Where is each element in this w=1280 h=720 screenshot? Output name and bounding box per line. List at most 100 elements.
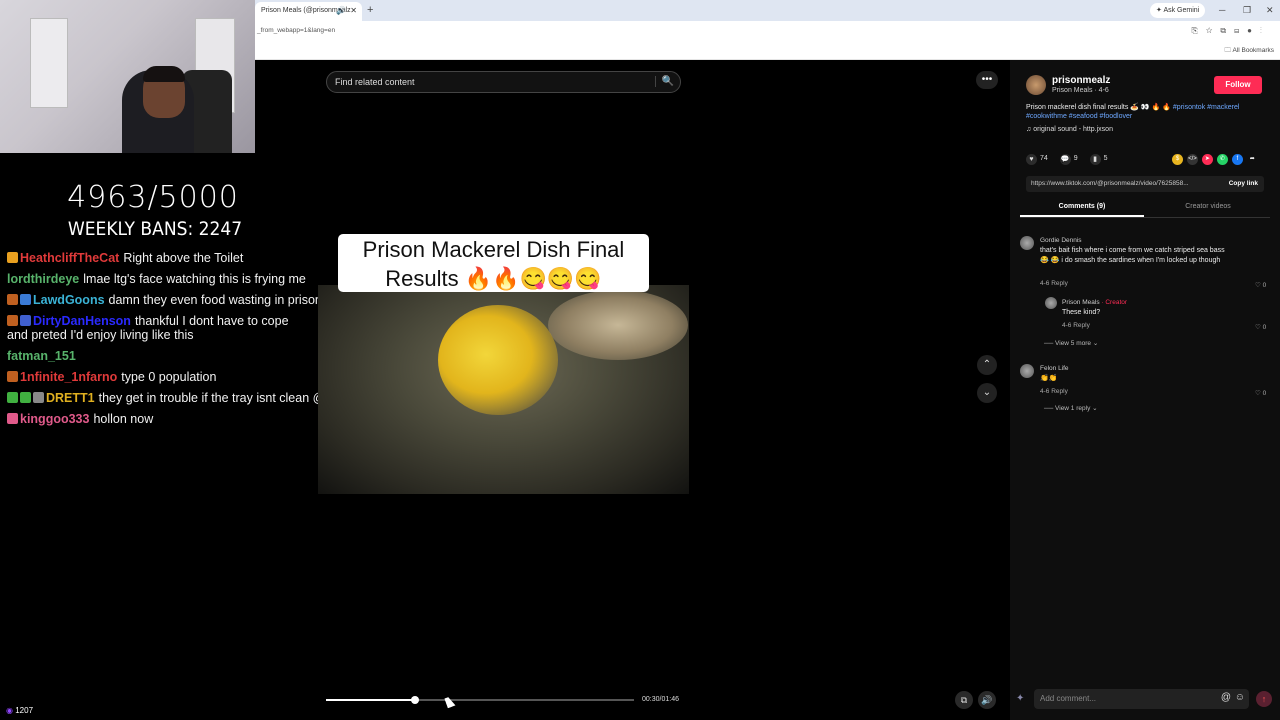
ask-gemini-button[interactable]: ✦ Ask Gemini <box>1150 3 1206 18</box>
pip-icon[interactable]: ⧉ <box>955 691 973 709</box>
close-tab-icon[interactable]: ✕ <box>350 6 357 15</box>
save-stat[interactable]: ▮ 5 <box>1089 154 1108 165</box>
reply-author[interactable]: Prison Meals · Creator <box>1062 299 1127 306</box>
comment-avatar[interactable] <box>1020 364 1034 378</box>
chat-message: DirtyDanHenson thankful I dont have to co… <box>7 314 307 342</box>
share-icon[interactable]: ➦ <box>1247 154 1258 165</box>
emoji-icon[interactable]: ☺ <box>1235 692 1245 703</box>
comment-avatar[interactable] <box>1020 236 1034 250</box>
reply-avatar[interactable] <box>1045 297 1057 309</box>
sound-label: original sound - http.jxson <box>1033 126 1113 133</box>
maximize-icon[interactable]: ❐ <box>1243 5 1251 16</box>
comment-meta[interactable]: 4-6 Reply <box>1040 280 1068 287</box>
comment-like[interactable]: ♡ 0 <box>1255 389 1266 397</box>
creator-badge: · Creator <box>1099 299 1128 306</box>
next-video-icon[interactable]: ⌄ <box>977 383 997 403</box>
comment-meta[interactable]: 4-6 Reply <box>1040 388 1068 395</box>
chat-badge-icon <box>20 392 31 403</box>
creator-avatar[interactable] <box>1026 75 1046 95</box>
speaker-icon[interactable]: 🔊 <box>336 6 346 15</box>
chat-username[interactable]: 1nfinite_1nfarno <box>20 370 117 384</box>
chat-username[interactable]: HeathcliffTheCat <box>20 251 119 265</box>
tab-comments[interactable]: Comments (9) <box>1020 203 1144 217</box>
view-replies[interactable]: ── View 1 reply ⌄ <box>1044 404 1098 412</box>
creator-subtitle: Prison Meals · 4-6 <box>1052 87 1109 94</box>
chat-text: lmae ltg's face watching this is frying … <box>83 272 306 286</box>
comment-stat[interactable]: 💬 9 <box>1059 154 1078 165</box>
mention-icon[interactable]: @ <box>1221 692 1231 703</box>
like-stat[interactable]: ♥ 74 <box>1026 154 1048 165</box>
progress-fill <box>326 699 416 701</box>
coin-icon[interactable]: $ <box>1172 154 1183 165</box>
comment-author[interactable]: Gordie Dennis <box>1040 237 1082 244</box>
previous-video-icon[interactable]: ⌃ <box>977 355 997 375</box>
screen: Prison Meals (@prisonmealz 🔊 ✕ + ✦ Ask G… <box>0 0 1280 720</box>
view-more-replies[interactable]: ── View 5 more ⌄ <box>1044 339 1098 347</box>
sound-link[interactable]: ♫ original sound - http.jxson <box>1026 126 1113 133</box>
chat-username[interactable]: DRETT1 <box>46 391 95 405</box>
chat-message: fatman_151 <box>7 349 307 363</box>
chat-message: LawdGoons damn they even food wasting in … <box>7 293 322 307</box>
comment-like[interactable]: ♡ 0 <box>1255 281 1266 289</box>
whatsapp-icon[interactable]: ✆ <box>1216 154 1228 165</box>
search-icon[interactable]: 🔍 <box>654 76 674 87</box>
comment-input[interactable]: Add comment... @ ☺ <box>1034 689 1249 709</box>
bookmarks-bar: 🗀 All Bookmarks <box>255 41 1280 60</box>
reply-text: These kind? <box>1062 309 1101 316</box>
follow-button[interactable]: Follow <box>1214 76 1262 94</box>
corn-food <box>438 305 558 415</box>
chat-username[interactable]: lordthirdeye <box>7 272 79 286</box>
chat-badge-icon <box>20 315 31 326</box>
discord-icon[interactable]: ✦ <box>1016 693 1024 704</box>
address-text: _from_webapp=1&lang=en <box>257 27 336 34</box>
volume-icon[interactable]: 🔊 <box>978 691 996 709</box>
weekly-bans: WEEKLY BANS: 2247 <box>67 218 243 240</box>
facebook-icon[interactable]: f <box>1231 154 1243 165</box>
browser-tab[interactable]: Prison Meals (@prisonmealz 🔊 ✕ <box>255 2 362 21</box>
reply-meta[interactable]: 4-6 Reply <box>1062 322 1090 329</box>
search-input[interactable]: Find related content 🔍 <box>326 71 681 93</box>
save-count: 5 <box>1103 155 1108 162</box>
progress-bar[interactable] <box>326 696 634 704</box>
comment-text: that's bait fish where i come from we ca… <box>1040 247 1225 264</box>
all-bookmarks-label: All Bookmarks <box>1232 47 1274 54</box>
comment-like-count: 0 <box>1262 390 1267 397</box>
viewer-count-value: 1207 <box>15 706 34 715</box>
send-icon[interactable]: ➤ <box>1201 154 1213 165</box>
background-door <box>30 18 68 108</box>
copy-link-button[interactable]: Copy link <box>1229 180 1258 187</box>
chat-badge-icon <box>20 294 31 305</box>
minimize-icon[interactable]: ─ <box>1219 5 1225 15</box>
sub-counter: 4963/5000 <box>67 180 239 215</box>
chat-badge-icon <box>7 294 18 305</box>
chat-username[interactable]: DirtyDanHenson <box>33 314 131 328</box>
comment-author[interactable]: Felon Life <box>1040 365 1069 372</box>
video-link[interactable]: https://www.tiktok.com/@prisonmealz/vide… <box>1026 176 1264 192</box>
new-tab-icon[interactable]: + <box>367 4 373 16</box>
all-bookmarks[interactable]: 🗀 All Bookmarks <box>1225 46 1275 57</box>
chat-badge-icon <box>7 252 18 263</box>
video-caption: Prison Mackerel Dish Final Results 🔥🔥😋😋😋 <box>338 234 649 292</box>
reply-author-name: Prison Meals <box>1062 299 1100 306</box>
chat-username[interactable]: fatman_151 <box>7 349 76 363</box>
video-time: 00:30/01:46 <box>642 696 679 703</box>
embed-icon[interactable]: </> <box>1186 154 1198 165</box>
share-icons: $ </> ➤ ✆ f ➦ <box>1172 154 1260 165</box>
toolbar-icons[interactable]: ⎘☆⧉⊟●⋮ <box>1191 26 1270 36</box>
webcam-overlay <box>0 0 255 153</box>
tab-creator-videos[interactable]: Creator videos <box>1146 203 1270 210</box>
chat-badge-icon <box>7 392 18 403</box>
chat-message: DRETT1 they get in trouble if the tray is… <box>7 391 393 405</box>
post-comment-icon[interactable]: ↑ <box>1256 691 1272 707</box>
reply-like[interactable]: ♡ 0 <box>1255 323 1266 331</box>
close-window-icon[interactable]: ✕ <box>1266 5 1274 16</box>
address-bar[interactable]: _from_webapp=1&lang=en ⎘☆⧉⊟●⋮ <box>255 21 1280 41</box>
chat-username[interactable]: LawdGoons <box>33 293 105 307</box>
like-count: 74 <box>1040 155 1048 162</box>
more-options-icon[interactable]: ••• <box>976 71 998 89</box>
video-link-text: https://www.tiktok.com/@prisonmealz/vide… <box>1031 180 1189 187</box>
creator-username[interactable]: prisonmealz <box>1052 75 1110 86</box>
chat-username[interactable]: kinggoo333 <box>20 412 89 426</box>
viewer-count: ◉ 1207 <box>6 706 33 715</box>
video-frame <box>318 285 689 494</box>
